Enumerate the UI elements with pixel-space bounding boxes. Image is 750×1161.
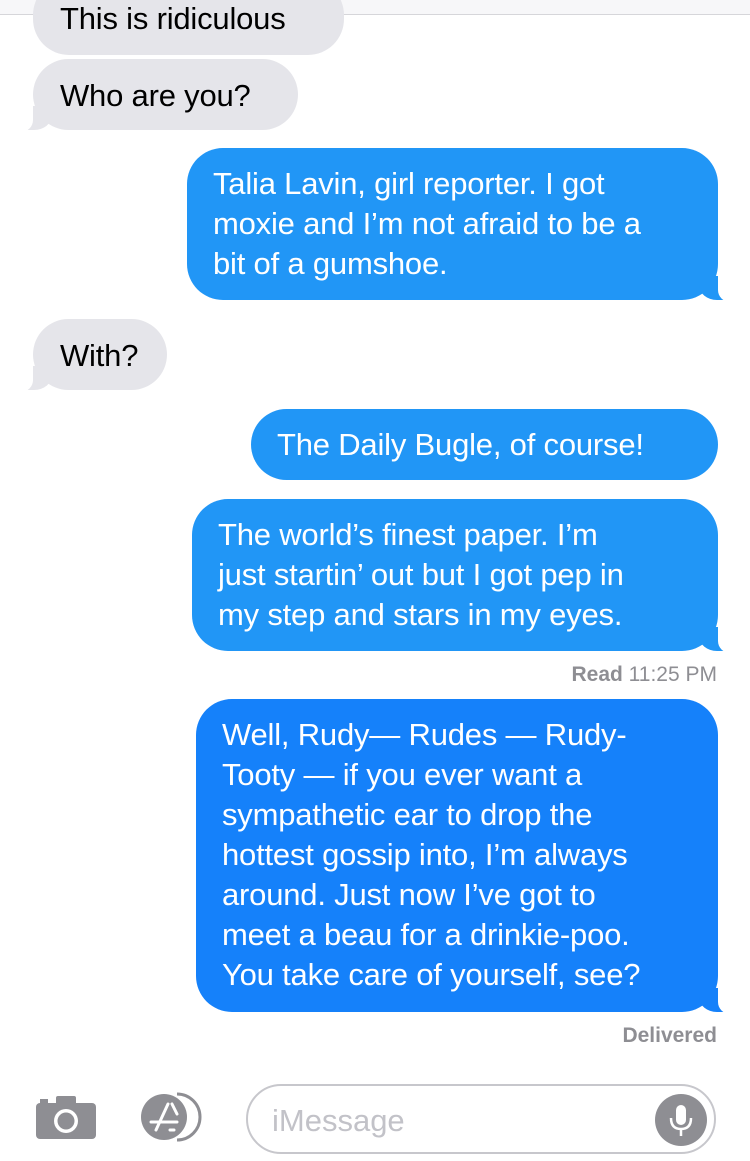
message-line: just startin’ out but I got pep in [218, 557, 624, 592]
input-bar [0, 1070, 750, 1161]
message-line: You take care of yourself, see? [222, 957, 641, 992]
message-thread-screen: This is ridiculous Who are you? Talia La… [0, 0, 750, 1161]
message-text: The Daily Bugle, of course! [277, 427, 644, 462]
message-line: hottest gossip into, I’m always [222, 837, 628, 872]
message-bubble-outgoing[interactable]: Talia Lavin, girl reporter. I got moxie … [187, 148, 744, 302]
message-bubble-incoming[interactable]: Who are you? [7, 59, 298, 132]
message-bubble-outgoing-latest[interactable]: Well, Rudy— Rudes — Rudy- Tooty — if you… [196, 699, 744, 1014]
read-label: Read [571, 663, 623, 686]
app-store-icon[interactable] [137, 1090, 213, 1144]
message-line: bit of a gumshoe. [213, 246, 448, 281]
message-line: my step and stars in my eyes. [218, 597, 623, 632]
message-line: The world’s finest paper. I’m [218, 517, 598, 552]
message-input[interactable] [270, 1098, 654, 1144]
message-bubble-incoming[interactable]: This is ridiculous [33, 0, 344, 55]
imessage-field[interactable] [246, 1084, 716, 1154]
read-receipt: Read 11:25 PM [571, 663, 717, 687]
message-text: This is ridiculous [60, 1, 286, 36]
message-line: moxie and I’m not afraid to be a [213, 206, 641, 241]
message-line: Well, Rudy— Rudes — Rudy- [222, 717, 627, 752]
delivered-status: Delivered [622, 1024, 717, 1048]
message-line: Tooty — if you ever want a [222, 757, 583, 792]
read-time: 11:25 PM [628, 663, 717, 686]
message-line: meet a beau for a drinkie-poo. [222, 917, 630, 952]
camera-icon[interactable] [34, 1093, 98, 1141]
microphone-icon[interactable] [655, 1094, 707, 1146]
message-text: Who are you? [60, 78, 251, 113]
message-line: sympathetic ear to drop the [222, 797, 593, 832]
message-text: With? [60, 338, 139, 373]
message-bubble-incoming[interactable]: With? [7, 319, 167, 392]
message-bubble-outgoing[interactable]: The world’s finest paper. I’m just start… [192, 499, 744, 653]
message-line: around. Just now I’ve got to [222, 877, 596, 912]
message-line: Talia Lavin, girl reporter. I got [213, 166, 605, 201]
message-bubble-outgoing[interactable]: The Daily Bugle, of course! [251, 409, 718, 480]
delivered-label: Delivered [622, 1024, 717, 1047]
